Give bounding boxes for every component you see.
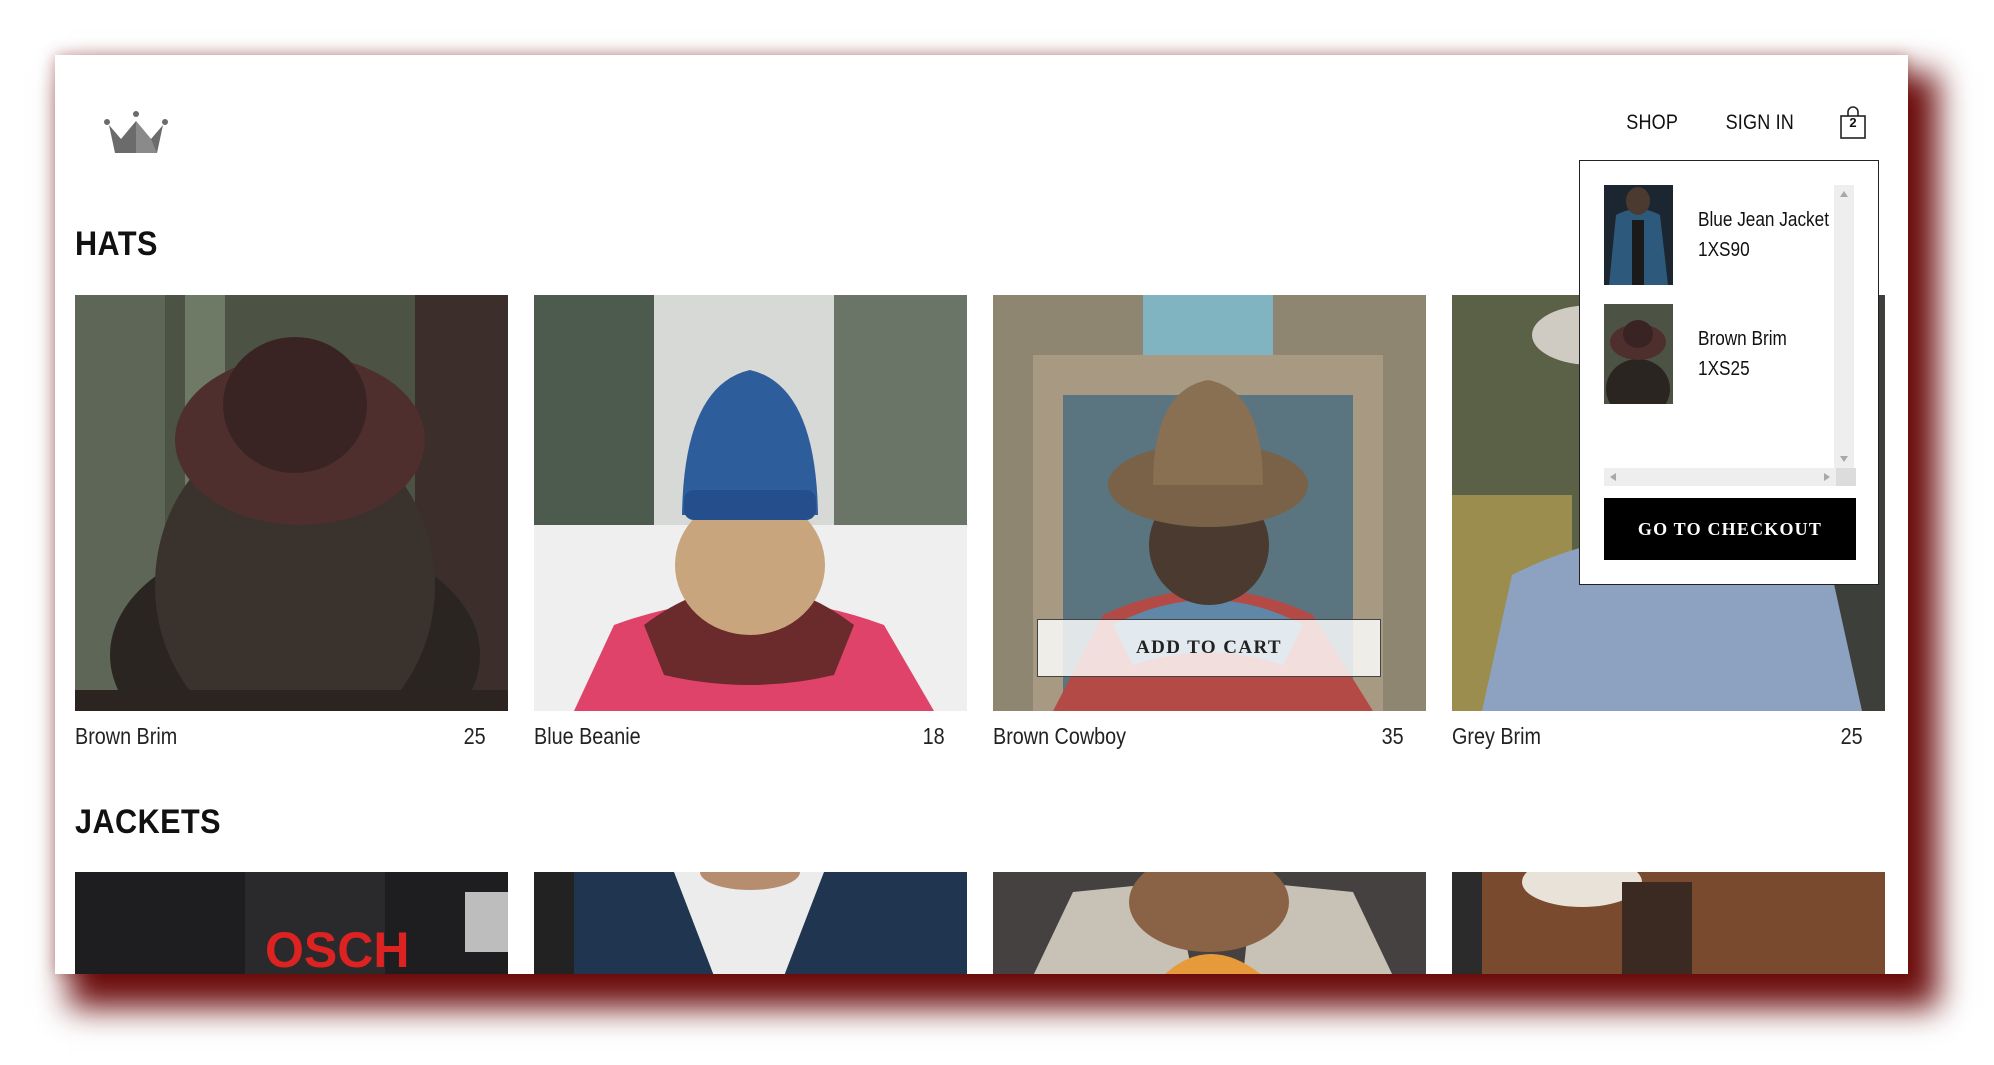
cart-count-badge: 2: [1849, 115, 1857, 130]
scroll-up-icon[interactable]: [1840, 191, 1848, 197]
product-price: 25: [1840, 723, 1863, 749]
nav-sign-in-link[interactable]: SIGN IN: [1726, 111, 1794, 135]
product-image-blue-beanie: [534, 295, 967, 711]
product-name: Brown Brim: [75, 723, 178, 749]
product-price: 25: [463, 723, 486, 749]
product-card[interactable]: Blue Beanie 18: [534, 295, 967, 750]
add-to-cart-button[interactable]: ADD TO CART: [1037, 619, 1381, 677]
cart-item-name: Brown Brim: [1698, 328, 1787, 350]
app-window: SHOP SIGN IN 2 HATS Brown Brim 25 Blue B…: [55, 55, 1908, 974]
jackets-collection: OSCH: [75, 872, 1885, 974]
shopping-bag-icon[interactable]: 2: [1838, 106, 1868, 140]
product-price: 35: [1381, 723, 1404, 749]
cart-item-detail: 1XS25: [1698, 358, 1750, 380]
scroll-down-icon[interactable]: [1840, 456, 1848, 462]
product-card[interactable]: Brown Brim 25: [75, 295, 508, 750]
product-image-brown-cowboy: ADD TO CART: [993, 295, 1426, 711]
horizontal-scrollbar[interactable]: [1604, 468, 1836, 486]
cart-items-list[interactable]: Blue Jean Jacket 1XS90 Brown Brim 1XS25: [1604, 185, 1852, 468]
product-image-brown-brim: [75, 295, 508, 711]
product-name: Grey Brim: [1452, 723, 1542, 749]
cart-item-image: [1604, 304, 1673, 419]
cart-item: Blue Jean Jacket 1XS90: [1604, 185, 1852, 285]
product-card[interactable]: [1452, 872, 1885, 974]
section-title-jackets[interactable]: JACKETS: [75, 803, 221, 842]
product-name: Blue Beanie: [534, 723, 641, 749]
product-card[interactable]: ADD TO CART Brown Cowboy 35: [993, 295, 1426, 750]
product-image-jacket: OSCH: [75, 872, 508, 974]
go-to-checkout-button[interactable]: GO TO CHECKOUT: [1604, 498, 1856, 560]
nav-shop-link[interactable]: SHOP: [1626, 111, 1678, 135]
cart-item-image: [1604, 185, 1673, 285]
product-card[interactable]: [534, 872, 967, 974]
top-nav: SHOP SIGN IN 2: [1622, 101, 1868, 145]
cart-item: Brown Brim 1XS25: [1604, 304, 1852, 419]
product-name: Brown Cowboy: [993, 723, 1127, 749]
product-card[interactable]: OSCH: [75, 872, 508, 974]
product-image-jacket: [993, 872, 1426, 974]
product-image-jacket: [1452, 872, 1885, 974]
scroll-left-icon[interactable]: [1610, 473, 1616, 481]
product-card[interactable]: [993, 872, 1426, 974]
cart-dropdown: Blue Jean Jacket 1XS90 Brown Brim 1XS25: [1579, 160, 1879, 585]
product-price: 18: [922, 723, 945, 749]
cart-item-name: Blue Jean Jacket: [1698, 209, 1830, 231]
cart-item-detail: 1XS90: [1698, 239, 1750, 261]
crown-logo-icon[interactable]: [103, 101, 169, 161]
product-image-jacket: [534, 872, 967, 974]
scrollbar-corner: [1836, 468, 1856, 486]
scroll-right-icon[interactable]: [1824, 473, 1830, 481]
svg-text:OSCH: OSCH: [265, 922, 409, 974]
section-title-hats[interactable]: HATS: [75, 225, 158, 264]
vertical-scrollbar[interactable]: [1834, 185, 1854, 468]
